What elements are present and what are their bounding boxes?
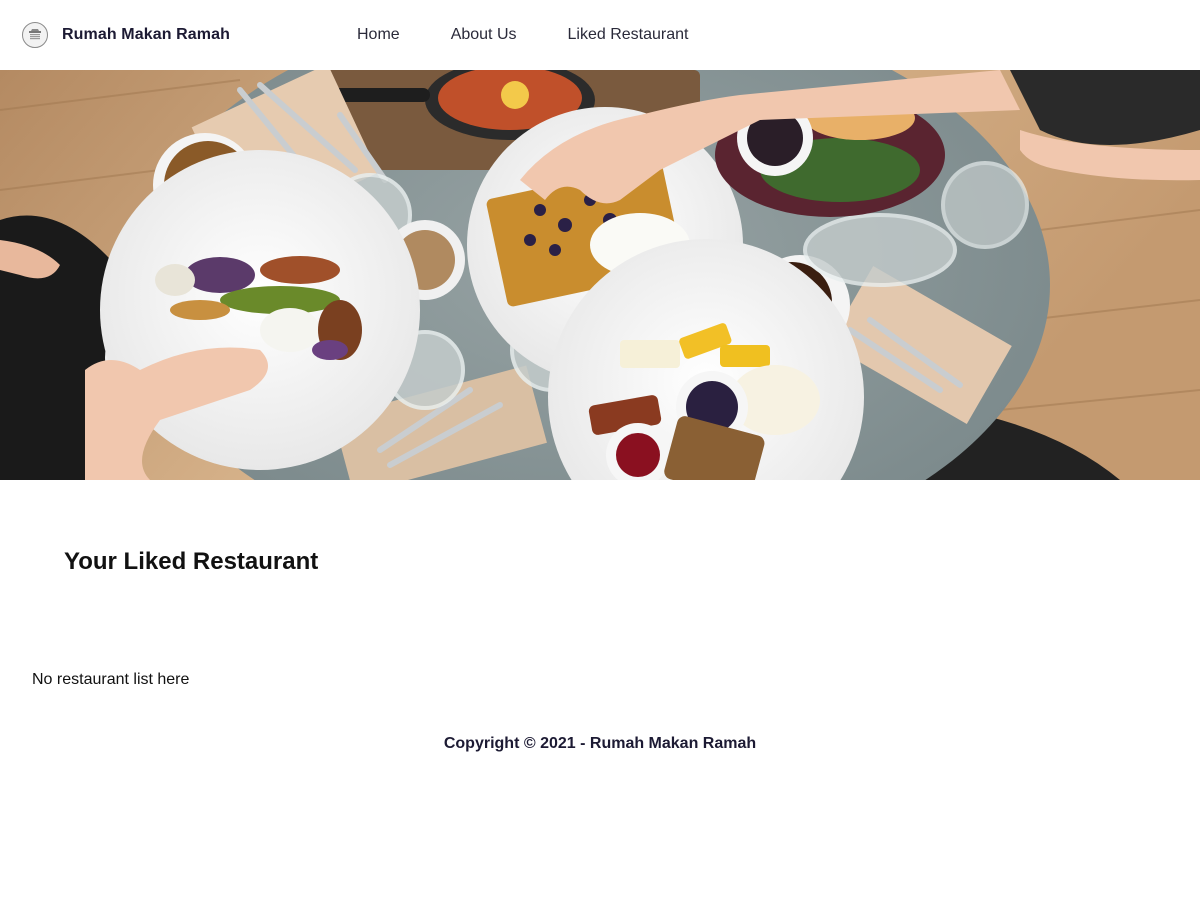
nav-liked-restaurant-link[interactable]: Liked Restaurant (568, 24, 689, 46)
footer-copyright: Copyright © 2021 - Rumah Makan Ramah (443, 735, 757, 752)
brand[interactable]: Rumah Makan Ramah (22, 22, 230, 48)
brand-name: Rumah Makan Ramah (62, 26, 230, 43)
site-header: Rumah Makan Ramah Home About Us Liked Re… (0, 0, 1200, 70)
food-table-hero-image (0, 70, 1200, 480)
nav-about-us-link[interactable]: About Us (451, 24, 517, 46)
restaurant-logo-icon (22, 22, 48, 48)
page-title: Your Liked Restaurant (64, 548, 319, 575)
nav-home-link[interactable]: Home (357, 24, 400, 46)
hero-image (0, 70, 1200, 480)
main-nav: Home About Us Liked Restaurant (357, 24, 739, 46)
empty-list-message: No restaurant list here (32, 671, 190, 688)
